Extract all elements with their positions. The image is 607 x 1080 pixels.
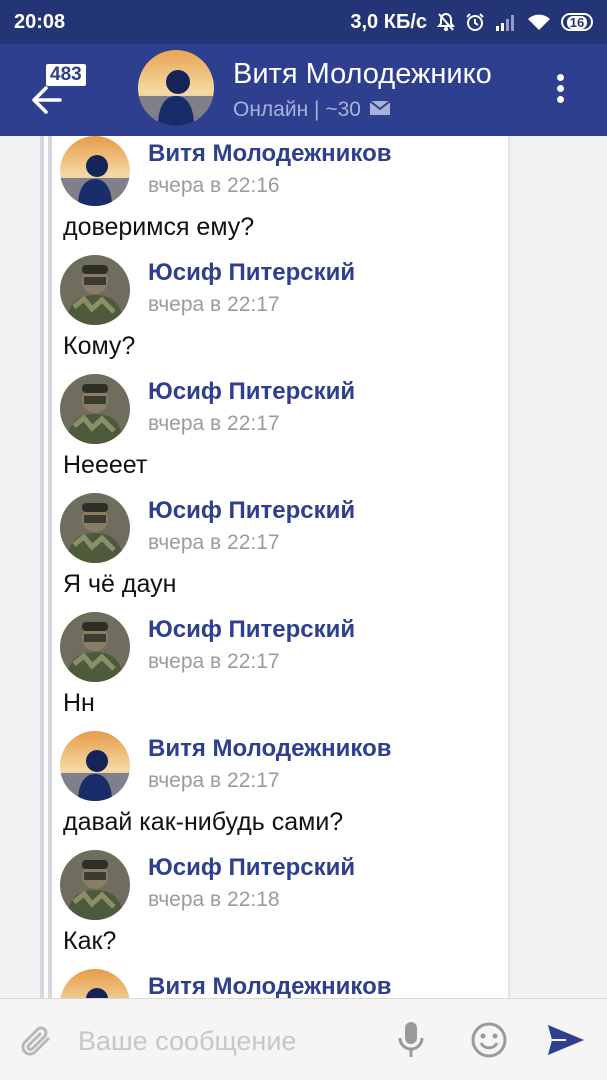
emoji-icon[interactable]: [470, 1021, 508, 1064]
author-avatar[interactable]: [60, 850, 130, 920]
message-author[interactable]: Юсиф Питерский: [148, 616, 355, 644]
message-text: доверимся ему?: [63, 213, 255, 241]
author-avatar[interactable]: [60, 969, 130, 998]
message-timestamp: вчера в 22:18: [148, 888, 280, 911]
online-status: Онлайн | ~30: [233, 98, 361, 121]
chat-header: 483 Витя Молодежнико Онлайн | ~30: [0, 44, 607, 136]
message-author[interactable]: Юсиф Питерский: [148, 259, 355, 287]
message-author[interactable]: Юсиф Питерский: [148, 854, 355, 882]
microphone-icon[interactable]: [398, 1021, 424, 1064]
status-time: 20:08: [14, 10, 66, 33]
message-item: Витя Молодежников вчера в 22:16 доверимся …: [40, 136, 510, 256]
message-text: Нееeет: [63, 451, 148, 479]
message-timestamp: вчера в 22:17: [148, 769, 280, 792]
wifi-icon: [527, 13, 551, 31]
arrow-left-icon: [32, 86, 62, 119]
message-timestamp: вчера в 22:17: [148, 650, 280, 673]
author-avatar[interactable]: [60, 612, 130, 682]
status-icons: 3,0 КБ/с 16: [350, 11, 593, 34]
message-timestamp: вчера в 22:17: [148, 412, 280, 435]
message-author[interactable]: Юсиф Питерский: [148, 497, 355, 525]
message-item: Юсиф Питерский вчера в 22:17 Я чё даун: [40, 493, 510, 613]
header-avatar[interactable]: [138, 50, 214, 126]
send-icon[interactable]: [546, 1023, 586, 1062]
envelope-icon: [369, 98, 391, 122]
status-bar: 20:08 3,0 КБ/с 16: [0, 0, 607, 44]
message-item: Юсиф Питерский вчера в 22:18 Как?: [40, 850, 510, 970]
message-item: Юсиф Питерский вчера в 22:17 Нееeет: [40, 374, 510, 494]
message-timestamp: вчера в 22:17: [148, 531, 280, 554]
signal-icon: [495, 13, 517, 31]
message-text: Как?: [63, 927, 117, 955]
message-input[interactable]: [78, 1021, 378, 1061]
message-author[interactable]: Юсиф Питерский: [148, 378, 355, 406]
mute-bell-icon: [437, 12, 455, 32]
message-item: Юсиф Питерский вчера в 22:17 Кому?: [40, 255, 510, 375]
message-timestamp: вчера в 22:16: [148, 174, 280, 197]
message-item: Витя Молодежников вчера в 22:17 давай как-…: [40, 731, 510, 851]
unread-badge: 483: [46, 64, 86, 86]
message-author[interactable]: Витя Молодежников: [148, 140, 391, 168]
dot-icon: [556, 74, 564, 81]
message-text: Нн: [63, 689, 95, 717]
message-author[interactable]: Витя Молодежников: [148, 735, 391, 763]
author-avatar[interactable]: [60, 255, 130, 325]
chat-status: Онлайн | ~30: [233, 98, 391, 122]
message-timestamp: вчера в 22:17: [148, 293, 280, 316]
forwarded-messages-panel: Витя Молодежников вчера в 22:16 доверимся …: [40, 136, 510, 998]
author-avatar[interactable]: [60, 374, 130, 444]
message-text: Я чё даун: [63, 570, 177, 598]
author-avatar[interactable]: [60, 493, 130, 563]
chat-title: Витя Молодежнико: [233, 58, 492, 90]
alarm-icon: [465, 12, 485, 32]
composer: [0, 998, 607, 1080]
dot-icon: [556, 85, 564, 92]
battery-icon: 16: [561, 13, 593, 31]
message-item: Юсиф Питерский вчера в 22:17 Нн: [40, 612, 510, 732]
message-author[interactable]: Витя Молодежников: [148, 973, 391, 998]
more-menu-button[interactable]: [548, 72, 572, 108]
author-avatar[interactable]: [60, 731, 130, 801]
message-text: давай как-нибудь сами?: [63, 808, 344, 836]
paperclip-icon[interactable]: [20, 1023, 54, 1064]
message-item: Витя Молодежников: [40, 969, 510, 998]
dot-icon: [556, 96, 564, 103]
author-avatar[interactable]: [60, 136, 130, 206]
back-button[interactable]: 483: [18, 54, 98, 124]
network-speed: 3,0 КБ/с: [350, 10, 427, 33]
message-text: Кому?: [63, 332, 136, 360]
